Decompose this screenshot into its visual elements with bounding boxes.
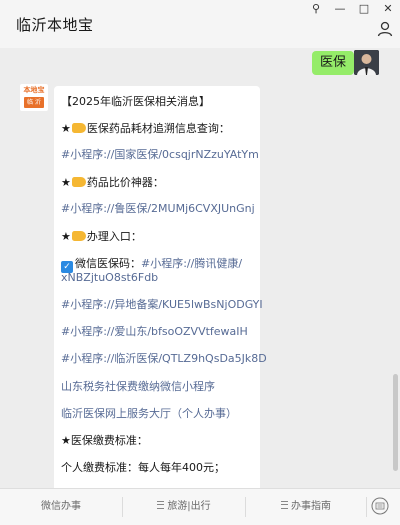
chat-area: 医保 本地宝 临 沂 【2025年临沂医保相关消息】 ★ 医保药品耗材追溯信息查询… (0, 48, 400, 488)
scrollbar-thumb[interactable] (393, 374, 398, 471)
section-text: 办理入口： (86, 230, 142, 243)
pointing-hand-icon (71, 177, 86, 187)
miniprogram-link-shandong[interactable]: #小程序://鲁医保/2MUMj6CVXJUnGnj (61, 202, 255, 216)
online-service-hall-link[interactable]: 临沂医保网上服务大厅（个人办事） (61, 407, 237, 421)
message-heading: 【2025年临沂医保相关消息】 (61, 95, 210, 108)
fee-standard-label: ★医保缴费标准： (61, 434, 148, 448)
logo-city: 临 沂 (24, 97, 44, 108)
user-avatar[interactable] (354, 50, 379, 75)
menu-travel[interactable]: 旅游|出行 (123, 489, 245, 525)
keyboard-icon[interactable] (371, 497, 389, 515)
minimize-button[interactable]: — (328, 0, 352, 18)
person-icon[interactable] (376, 20, 394, 38)
pointing-hand-icon (71, 123, 86, 133)
maximize-button[interactable]: □ (352, 0, 376, 18)
menu-divider (366, 497, 367, 517)
pointing-hand-icon (71, 231, 86, 241)
bot-message-bubble: 【2025年临沂医保相关消息】 ★ 医保药品耗材追溯信息查询： #小程序://国家… (54, 86, 267, 488)
window-title: 临沂本地宝 (16, 16, 94, 34)
miniprogram-link-tencent[interactable]: #小程序://腾讯健康/ (141, 257, 242, 270)
user-avatar-image (354, 50, 379, 75)
personal-fee-line: 个人缴费标准：每人每年400元； (61, 461, 225, 474)
section-text: 药品比价神器： (86, 176, 164, 189)
menu-guide-label: 办事指南 (291, 501, 331, 512)
menu-travel-label: 旅游|出行 (167, 501, 211, 512)
pin-button[interactable]: ⚲ (304, 0, 328, 18)
close-button[interactable]: ✕ (376, 0, 400, 18)
miniprogram-link-remote[interactable]: #小程序://异地备案/KUE5lwBsNjODGYI (61, 298, 263, 312)
star-icon: ★ (61, 230, 71, 243)
miniprogram-link-national[interactable]: #小程序://国家医保/0csqjrNZzuYAtYm (61, 148, 259, 162)
section-trace-label: ★ 医保药品耗材追溯信息查询： (61, 122, 230, 136)
section-text: 医保缴费标准： (70, 434, 148, 447)
section-price-label: ★ 药品比价神器： (61, 176, 164, 190)
menu-guide[interactable]: 办事指南 (246, 489, 366, 525)
menu-lines-icon (281, 501, 288, 509)
logo-text: 本地宝 (23, 86, 45, 94)
bottom-menu-bar: 微信办事 旅游|出行 办事指南 (0, 488, 400, 525)
section-entry-label: ★ 办理入口： (61, 230, 142, 244)
star-icon: ★ (61, 122, 71, 135)
section-text: 医保药品耗材追溯信息查询： (86, 122, 230, 135)
miniprogram-link-tencent-cont[interactable]: xNBZjtuO8st6Fdb (61, 271, 158, 285)
tax-miniprogram-link[interactable]: 山东税务社保费缴纳微信小程序 (61, 380, 215, 394)
wechat-code-label: 微信医保码： (75, 257, 141, 270)
star-icon: ★ (61, 176, 71, 189)
miniprogram-link-linyi[interactable]: #小程序://临沂医保/QTLZ9hQsDa5Jk8D (61, 352, 267, 366)
star-icon: ★ (61, 434, 71, 447)
miniprogram-link-aishandong[interactable]: #小程序://爱山东/bfsoOZVVtfewaIH (61, 325, 248, 339)
user-message-bubble[interactable]: 医保 (312, 51, 360, 75)
menu-wechat-service[interactable]: 微信办事 (0, 489, 122, 525)
menu-lines-icon (157, 501, 165, 509)
bot-avatar[interactable]: 本地宝 临 沂 (20, 84, 48, 111)
title-bar: 临沂本地宝 ⚲ — □ ✕ (0, 0, 400, 48)
window-controls: ⚲ — □ ✕ (304, 0, 400, 18)
